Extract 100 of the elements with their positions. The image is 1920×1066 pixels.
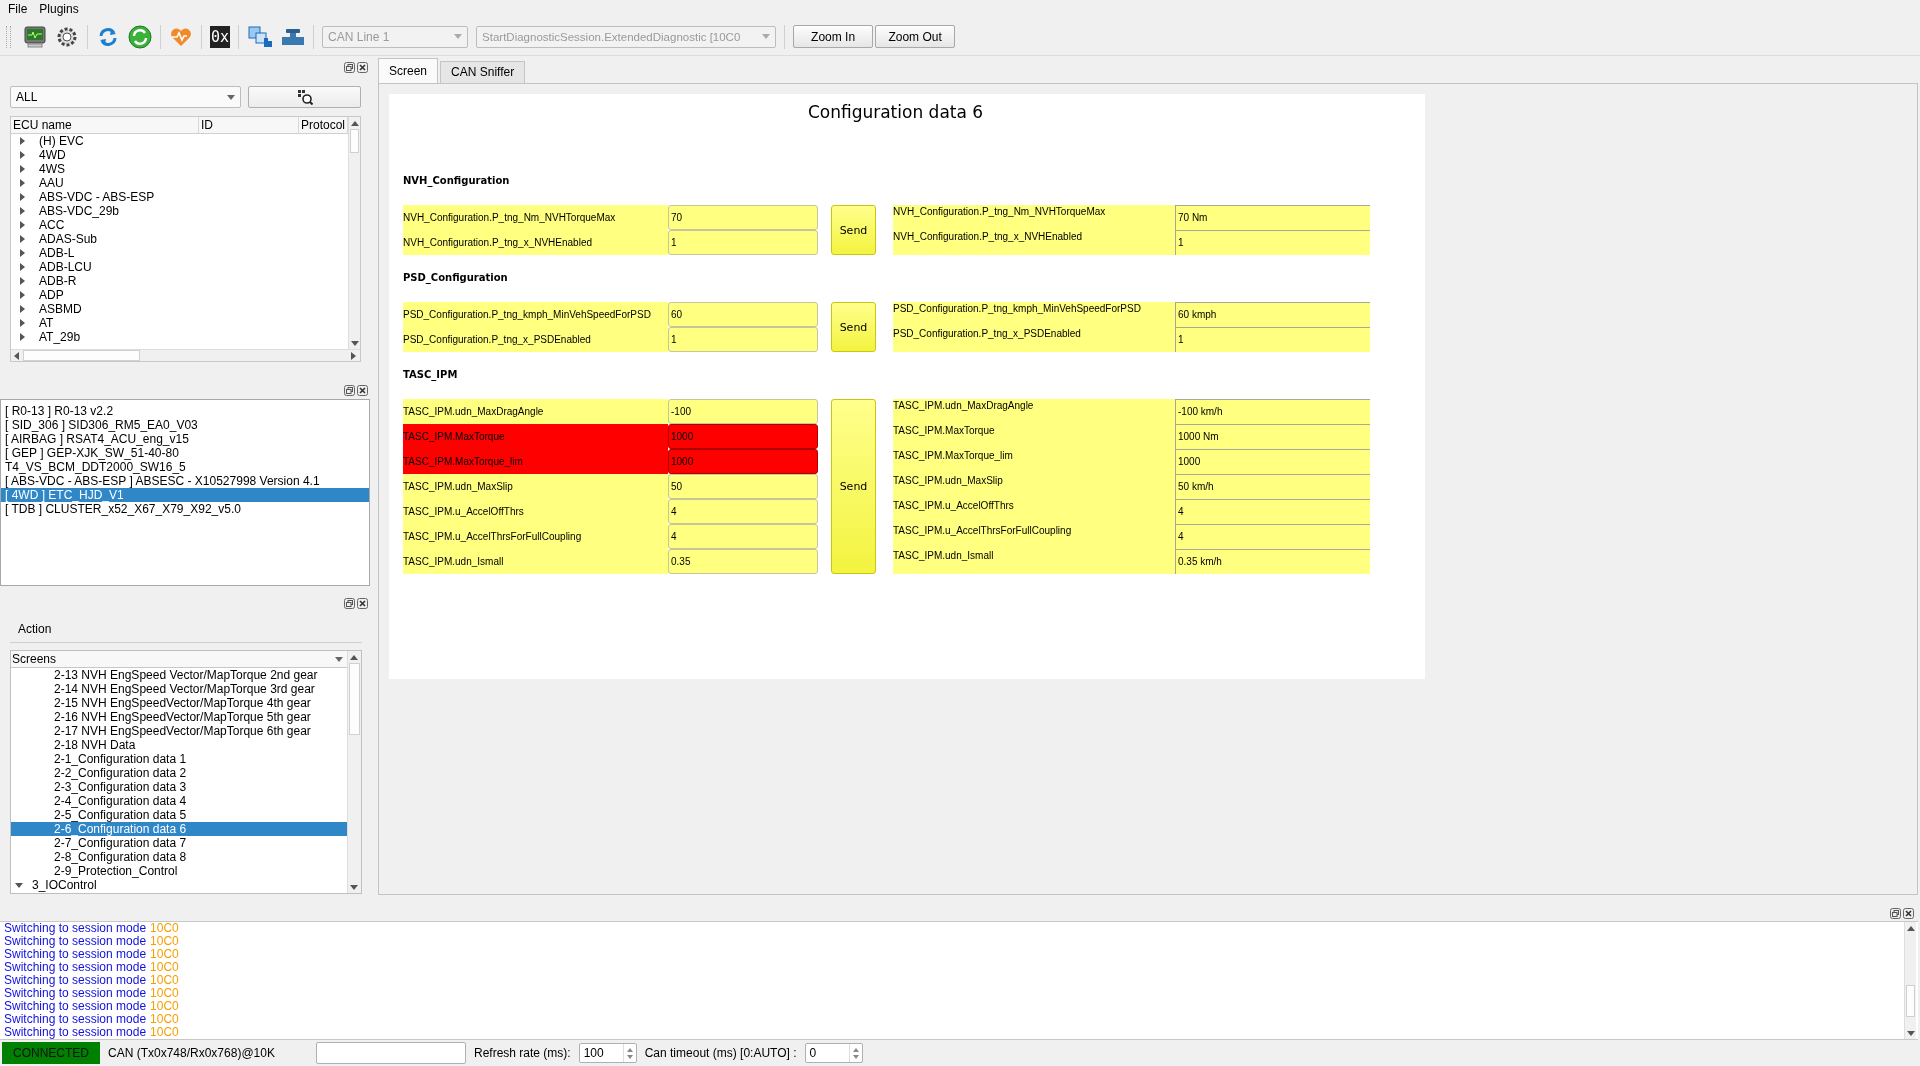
sync-icon[interactable] <box>128 24 152 49</box>
value-field[interactable]: 70 <box>668 205 818 230</box>
menu-item[interactable]: Plugins <box>33 1 85 17</box>
tree-item[interactable]: 2-8_Configuration data 8 <box>11 850 347 864</box>
value-field[interactable]: 1 <box>668 327 818 352</box>
tree-item[interactable]: 2-17 NVH EngSpeedVector/MapTorque 6th gear <box>11 724 347 738</box>
tree-item[interactable]: ABS-VDC_29b <box>39 204 120 218</box>
tree-item[interactable]: 2-15 NVH EngSpeedVector/MapTorque 4th gear <box>11 696 347 710</box>
float-icon[interactable] <box>344 61 355 73</box>
column-header[interactable]: ECU name <box>11 117 199 133</box>
send-button[interactable]: Send <box>831 399 876 574</box>
tree-item[interactable]: AT_29b <box>39 330 81 344</box>
expand-arrow-icon[interactable] <box>17 318 27 328</box>
monitor-icon[interactable] <box>23 24 47 49</box>
value-field[interactable]: -100 <box>668 399 818 424</box>
tree-item[interactable]: AT <box>39 316 54 330</box>
value-field[interactable]: 1000 <box>668 449 818 474</box>
tree-item[interactable]: 2-18 NVH Data <box>11 738 347 752</box>
parameter-label: TASC_IPM.u_AccelOffThrs <box>893 499 1175 524</box>
list-item[interactable]: [ R0-13 ] R0-13 v2.2 <box>1 404 369 418</box>
tree-item[interactable]: 2-16 NVH EngSpeedVector/MapTorque 5th gear <box>11 710 347 724</box>
expand-arrow-icon[interactable] <box>17 206 27 216</box>
vertical-scrollbar[interactable] <box>348 117 360 349</box>
spin-box[interactable]: 0 <box>804 1043 863 1063</box>
float-icon[interactable] <box>1890 907 1901 919</box>
column-header[interactable]: ID <box>199 117 299 133</box>
network-icon[interactable] <box>247 24 274 49</box>
tree-item[interactable]: 2-5_Configuration data 5 <box>11 808 347 822</box>
menu-item[interactable]: File <box>2 1 34 17</box>
tree-item[interactable]: ADAS-Sub <box>39 232 98 246</box>
text-field[interactable] <box>316 1042 466 1064</box>
expand-arrow-icon[interactable] <box>14 880 24 890</box>
tree-item[interactable]: 2-2_Configuration data 2 <box>11 766 347 780</box>
float-icon[interactable] <box>344 597 355 609</box>
tree-item[interactable]: 2-9_Protection_Control <box>11 864 347 878</box>
value-field[interactable]: 1 <box>668 230 818 255</box>
expand-arrow-icon[interactable] <box>17 276 27 286</box>
tab[interactable]: CAN Sniffer <box>440 61 526 83</box>
tree-item[interactable]: ABS-VDC - ABS-ESP <box>39 190 155 204</box>
filter-dropdown[interactable]: ALL <box>10 86 242 108</box>
close-icon[interactable] <box>357 597 368 609</box>
value-field[interactable]: 1000 <box>668 424 818 449</box>
tree-item[interactable]: ADB-L <box>39 246 75 260</box>
tree-item[interactable]: 2-1_Configuration data 1 <box>11 752 347 766</box>
tree-item[interactable]: ADB-LCU <box>39 260 92 274</box>
expand-arrow-icon[interactable] <box>17 136 27 146</box>
expand-arrow-icon[interactable] <box>17 150 27 160</box>
expand-arrow-icon[interactable] <box>17 332 27 342</box>
value-field[interactable]: 60 <box>668 302 818 327</box>
tree-item[interactable]: 3_IOControl <box>32 878 97 892</box>
tree-item[interactable]: 4WD <box>39 148 66 162</box>
tree-item[interactable]: ASBMD <box>39 302 82 316</box>
expand-arrow-icon[interactable] <box>17 304 27 314</box>
tree-item[interactable]: 2-7_Configuration data 7 <box>11 836 347 850</box>
tree-item[interactable]: ACC <box>39 218 65 232</box>
view-dropdown[interactable]: Screens <box>11 651 347 668</box>
expand-arrow-icon[interactable] <box>17 290 27 300</box>
hex-button[interactable]: 0x <box>210 25 231 48</box>
value-field[interactable]: 4 <box>668 499 818 524</box>
expand-arrow-icon[interactable] <box>17 220 27 230</box>
tab[interactable]: Screen <box>378 58 439 83</box>
tree-item[interactable]: ADB-R <box>39 274 77 288</box>
close-icon[interactable] <box>357 61 368 73</box>
toolbar-button[interactable]: Zoom Out <box>875 25 956 48</box>
value-field[interactable]: 4 <box>668 524 818 549</box>
close-icon[interactable] <box>1903 907 1914 919</box>
tree-item[interactable]: 2-6_Configuration data 6 <box>11 822 347 836</box>
list-item[interactable]: [ AIRBAG ] RSAT4_ACU_eng_v15 <box>1 432 369 446</box>
list-item[interactable]: [ GEP ] GEP-XJK_SW_51-40-80 <box>1 446 369 460</box>
list-item[interactable]: [ 4WD ] ETC_HJD_V1 <box>1 488 369 502</box>
send-button[interactable]: Send <box>831 205 876 255</box>
tree-item[interactable]: AAU <box>39 176 64 190</box>
tree-item[interactable]: 2-4_Configuration data 4 <box>11 794 347 808</box>
horizontal-scrollbar[interactable] <box>11 349 360 361</box>
list-item[interactable]: [ SID_306 ] SID306_RM5_EA0_V03 <box>1 418 369 432</box>
tree-item[interactable]: 4WS <box>39 162 65 176</box>
float-icon[interactable] <box>344 384 355 396</box>
expand-arrow-icon[interactable] <box>17 164 27 174</box>
tree-item[interactable]: 2-14 NVH EngSpeed Vector/MapTorque 3rd gear <box>11 682 347 696</box>
list-item[interactable]: T4_VS_BCM_DDT2000_SW16_5 <box>1 460 369 474</box>
send-button[interactable]: Send <box>831 302 876 352</box>
expand-arrow-icon[interactable] <box>17 248 27 258</box>
expand-arrow-icon[interactable] <box>17 192 27 202</box>
tree-item[interactable]: 2-3_Configuration data 3 <box>11 780 347 794</box>
value-field[interactable]: 0.35 <box>668 549 818 574</box>
tree-item[interactable]: (H) EVC <box>39 134 84 148</box>
spin-box[interactable]: 100 <box>578 1043 637 1063</box>
expand-arrow-icon[interactable] <box>17 234 27 244</box>
value-field[interactable]: 50 <box>668 474 818 499</box>
list-item[interactable]: [ ABS-VDC - ABS-ESP ] ABSESC - X10527998 Version 4.1 <box>1 474 369 488</box>
tree-item[interactable]: 2-13 NVH EngSpeed Vector/MapTorque 2nd gear <box>11 668 347 682</box>
vertical-scrollbar[interactable] <box>1904 922 1916 1039</box>
toolbar-button[interactable]: Zoom In <box>793 25 874 48</box>
vertical-scrollbar[interactable] <box>347 651 361 893</box>
search-button[interactable] <box>248 86 361 108</box>
list-item[interactable]: [ TDB ] CLUSTER_x52_X67_X79_X92_v5.0 <box>1 502 369 516</box>
tree-item[interactable]: ADP <box>39 288 64 302</box>
expand-arrow-icon[interactable] <box>17 262 27 272</box>
close-icon[interactable] <box>357 384 368 396</box>
expand-arrow-icon[interactable] <box>17 178 27 188</box>
